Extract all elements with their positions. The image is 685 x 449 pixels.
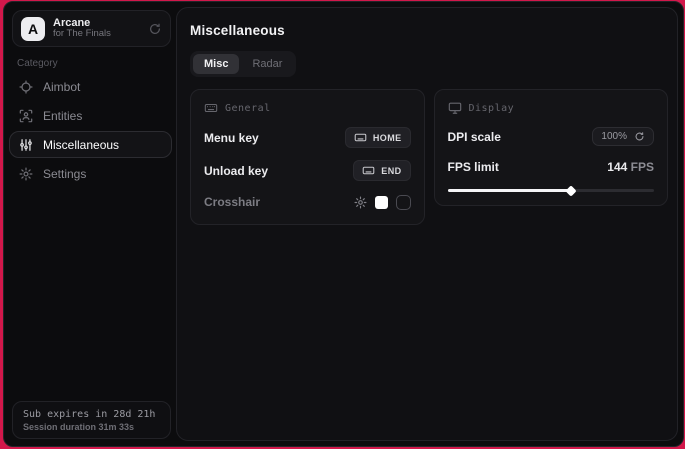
unload-key-label: Unload key <box>204 164 268 178</box>
fps-limit-label: FPS limit <box>448 160 499 174</box>
refresh-icon <box>634 131 645 142</box>
crosshair-label: Crosshair <box>204 195 260 209</box>
dpi-scale-label: DPI scale <box>448 130 501 144</box>
sidebar-item-aimbot[interactable]: Aimbot <box>9 73 172 100</box>
page-title: Miscellaneous <box>190 23 668 38</box>
fps-limit-value: 144 <box>607 160 627 174</box>
display-card: Display DPI scale 100% FPS limit <box>434 89 669 206</box>
sidebar-item-label: Aimbot <box>43 80 80 94</box>
unload-key-value: END <box>381 166 401 176</box>
menu-key-value: HOME <box>373 133 402 143</box>
brand-card: A Arcane for The Finals <box>12 10 171 47</box>
keyboard-icon <box>354 131 367 144</box>
sidebar-item-label: Miscellaneous <box>43 138 119 152</box>
fps-slider-thumb[interactable] <box>566 185 577 196</box>
crosshair-color-swatch[interactable] <box>375 196 388 209</box>
menu-key-row: Menu key HOME <box>204 127 411 148</box>
crosshair-row: Crosshair <box>204 193 411 211</box>
menu-key-bind-button[interactable]: HOME <box>345 127 411 148</box>
dpi-scale-row: DPI scale 100% <box>448 127 655 146</box>
fps-limit-slider[interactable] <box>448 189 655 192</box>
crosshair-settings-gear-icon[interactable] <box>354 196 367 209</box>
entities-icon <box>19 109 33 123</box>
app-subtitle: for The Finals <box>53 29 140 40</box>
tab-radar[interactable]: Radar <box>241 54 293 74</box>
category-label: Category <box>17 58 58 69</box>
refresh-icon[interactable] <box>148 22 162 36</box>
tab-misc[interactable]: Misc <box>193 54 239 74</box>
monitor-icon <box>448 101 462 115</box>
sub-expiry-text: Sub expires in 28d 21h <box>23 409 160 420</box>
unload-key-row: Unload key END <box>204 160 411 181</box>
sidebar-item-label: Settings <box>43 167 86 181</box>
keyboard-icon <box>362 164 375 177</box>
sidebar: A Arcane for The Finals Category Aimbot <box>4 2 177 446</box>
general-card-title: General <box>225 103 271 114</box>
sidebar-nav: Aimbot Entities Miscel <box>9 73 172 189</box>
session-duration-text: Session duration 31m 33s <box>23 422 160 432</box>
sidebar-item-entities[interactable]: Entities <box>9 102 172 129</box>
sidebar-item-label: Entities <box>43 109 82 123</box>
app-window: A Arcane for The Finals Category Aimbot <box>3 1 684 447</box>
dpi-scale-value: 100% <box>601 131 627 142</box>
unload-key-bind-button[interactable]: END <box>353 160 410 181</box>
display-card-title: Display <box>469 103 515 114</box>
fps-limit-unit: FPS <box>631 160 654 174</box>
main-panel: Miscellaneous Misc Radar General <box>176 7 678 441</box>
general-card: General Menu key HOME Unload key <box>190 89 425 225</box>
sidebar-item-miscellaneous[interactable]: Miscellaneous <box>9 131 172 158</box>
fps-limit-row: FPS limit 144 FPS <box>448 158 655 176</box>
keyboard-icon <box>204 101 218 115</box>
app-logo: A <box>21 17 45 41</box>
gear-icon <box>19 167 33 181</box>
crosshair-checkbox[interactable] <box>396 195 411 210</box>
fps-slider-fill <box>448 189 572 192</box>
crosshair-icon <box>19 80 33 94</box>
menu-key-label: Menu key <box>204 131 259 145</box>
subscription-status-card: Sub expires in 28d 21h Session duration … <box>12 401 171 439</box>
sidebar-item-settings[interactable]: Settings <box>9 160 172 187</box>
dpi-scale-select[interactable]: 100% <box>592 127 654 146</box>
sliders-icon <box>19 138 33 152</box>
tab-bar: Misc Radar <box>190 51 296 77</box>
